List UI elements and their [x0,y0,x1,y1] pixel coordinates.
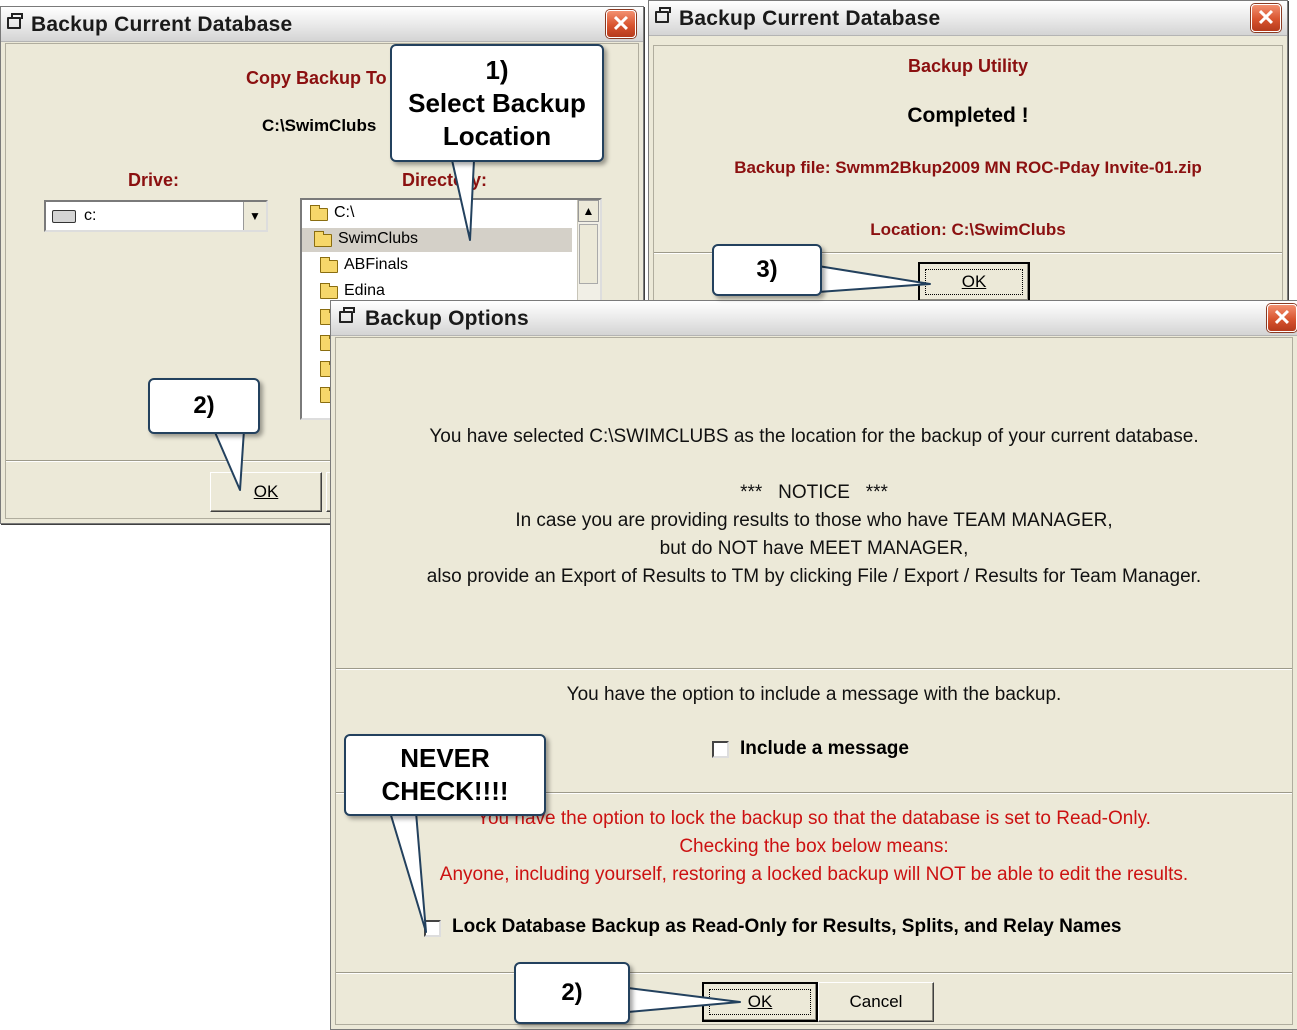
drive-icon [52,210,76,223]
window-title: Backup Options [365,307,529,330]
selected-path: C:\SwimClubs [262,116,377,135]
callout-3-text: 3) [756,256,778,283]
window-icon [339,307,355,323]
ok-button[interactable]: OK [702,982,818,1022]
ok-button[interactable]: OK [210,472,322,512]
callout-step-3: 3) [712,244,822,296]
dir-item-root: C:\ [334,204,355,221]
callout-2a-text: 2) [193,392,215,419]
cancel-button[interactable]: Cancel [818,982,934,1022]
lock-option-line-2: Checking the box below means: [679,836,949,857]
notice-line-1: In case you are providing results to tho… [515,510,1113,531]
include-message-label: Include a message [740,738,909,759]
folder-icon [320,257,338,273]
message-option-text: You have the option to include a message… [566,684,1062,705]
callout-step-2b: 2) [514,962,630,1024]
ok-button-label: OK [253,482,279,501]
copy-backup-heading: Copy Backup To [246,68,387,88]
list-item[interactable]: C:\ [302,202,572,226]
separator [336,972,1292,974]
dir-item-edina: Edina [344,282,385,299]
notice-heading: *** NOTICE *** [740,482,888,503]
backup-file-text: Backup file: Swmm2Bkup2009 MN ROC-Pday I… [734,158,1202,177]
notice-line-2: but do NOT have MEET MANAGER, [659,538,969,559]
folder-icon [320,283,338,299]
ok-button-label: OK [709,989,811,1015]
scroll-up-icon[interactable]: ▲ [578,200,599,222]
location-text: Location: C:\SwimClubs [870,220,1066,239]
lock-backup-checkbox[interactable] [424,920,441,937]
callout-never-check: NEVER CHECK!!!! [344,734,546,816]
callout-select-location: 1) Select Backup Location [390,44,604,162]
ok-button-label: OK [925,269,1023,295]
lock-backup-label: Lock Database Backup as Read-Only for Re… [452,916,1122,937]
list-item[interactable]: ABFinals [302,254,572,278]
directory-label: Directory: [402,170,488,190]
notice-line-3: also provide an Export of Results to TM … [426,566,1202,587]
callout-never-line-2: CHECK!!!! [381,776,509,806]
title-bar[interactable]: Backup Current Database ✕ [649,1,1287,36]
close-icon: ✕ [1256,5,1276,30]
completed-text: Completed ! [907,104,1029,127]
callout-never-line-1: NEVER [400,743,490,773]
callout-2b-text: 2) [561,979,583,1006]
backup-options-dialog: Backup Options ✕ You have selected C:\SW… [330,300,1297,1030]
close-button[interactable]: ✕ [1251,4,1281,32]
callout-1-line-2: Select Backup [408,88,586,118]
list-item-selected[interactable]: SwimClubs [302,228,572,252]
separator [336,668,1292,670]
folder-icon [314,231,332,247]
window-title: Backup Current Database [31,13,293,36]
drive-label: Drive: [128,170,180,190]
backup-utility-heading: Backup Utility [907,56,1029,76]
title-bar[interactable]: Backup Options ✕ [331,301,1297,336]
drive-select[interactable]: c: ▼ [44,200,268,232]
callout-1-line-1: 1) [485,55,509,85]
window-title: Backup Current Database [679,7,941,30]
close-icon: ✕ [611,11,631,36]
folder-icon [310,205,328,221]
scroll-thumb[interactable] [579,224,598,284]
include-message-option[interactable]: Include a message [712,738,942,762]
title-bar[interactable]: Backup Current Database ✕ [1,7,643,42]
dropdown-arrow-icon[interactable]: ▼ [243,202,266,230]
selected-location-text: You have selected C:\SWIMCLUBS as the lo… [429,426,1199,447]
close-icon: ✕ [1272,305,1292,330]
lock-option-line-3: Anyone, including yourself, restoring a … [439,864,1189,885]
drive-value: c: [84,207,97,224]
dialog-body: You have selected C:\SWIMCLUBS as the lo… [335,337,1293,1025]
cancel-button-label: Cancel [849,992,903,1011]
include-message-checkbox[interactable] [712,741,729,758]
ok-button[interactable]: OK [918,262,1030,302]
callout-step-2a: 2) [148,378,260,434]
window-icon [7,13,23,29]
callout-1-line-3: Location [442,121,552,151]
lock-backup-option[interactable]: Lock Database Backup as Read-Only for Re… [424,916,1204,942]
close-button[interactable]: ✕ [606,10,636,38]
window-icon [655,7,671,23]
dir-item-swimclubs: SwimClubs [338,230,419,247]
close-button[interactable]: ✕ [1267,304,1297,332]
dir-item-abfinals: ABFinals [344,256,409,273]
